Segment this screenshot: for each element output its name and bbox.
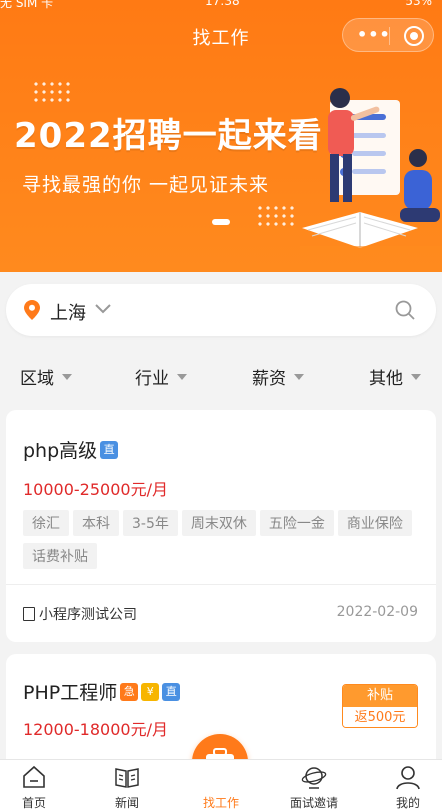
- carrier-text: 无 SIM 卡: [0, 0, 54, 10]
- job-title: PHP工程师: [23, 682, 118, 704]
- job-tag: 徐汇: [23, 510, 69, 536]
- decor-dots: [256, 204, 296, 230]
- money-badge: ¥: [141, 682, 160, 701]
- company-name: 小程序测试公司: [39, 607, 137, 623]
- tab-news[interactable]: 新闻: [87, 760, 167, 811]
- direct-badge: 直: [100, 440, 119, 459]
- interview-icon: [301, 767, 327, 789]
- filter-label: 薪资: [252, 369, 286, 389]
- building-icon: [23, 607, 35, 621]
- battery-text: 53%: [405, 0, 432, 8]
- capsule-divider: [389, 27, 390, 45]
- search-bar[interactable]: 上海: [6, 284, 436, 336]
- company-row[interactable]: 小程序测试公司: [23, 604, 137, 624]
- job-tag: 周末双休: [181, 510, 256, 536]
- job-title-row: PHP工程师急 ¥ 直: [23, 678, 181, 705]
- job-salary: 12000-18000元/月: [23, 720, 168, 739]
- urgent-badge: 急: [120, 682, 139, 701]
- tab-label: 我的: [395, 796, 420, 810]
- carousel-indicator: [212, 219, 230, 225]
- location-pin-icon: [24, 300, 40, 320]
- banner[interactable]: 无 SIM 卡 17:38 53% 找工作 ••• 2022招聘一起来看 寻找最…: [0, 0, 442, 272]
- status-bar: 无 SIM 卡 17:38 53%: [0, 0, 442, 10]
- filter-label: 行业: [135, 369, 169, 389]
- home-icon: [23, 765, 45, 788]
- job-tags: 徐汇 本科 3-5年 周末双休 五险一金 商业保险话费补贴: [23, 510, 423, 576]
- filter-row: 区域 行业 薪资 其他: [0, 356, 442, 396]
- tab-label: 新闻: [114, 796, 139, 810]
- decor-dots: [32, 80, 72, 106]
- caret-down-icon: [177, 374, 187, 380]
- filter-label: 区域: [20, 369, 54, 389]
- filter-salary[interactable]: 薪资: [252, 364, 304, 389]
- filter-other[interactable]: 其他: [369, 364, 421, 389]
- job-tag: 商业保险: [337, 510, 412, 536]
- job-card[interactable]: php高级直 10000-25000元/月 徐汇 本科 3-5年 周末双休 五险一金 商业…: [6, 410, 436, 642]
- filter-label: 其他: [369, 369, 403, 389]
- profile-icon: [396, 766, 420, 790]
- job-tag: 话费补贴: [23, 543, 97, 569]
- tab-find-job[interactable]: 找工作: [181, 760, 261, 811]
- job-tag: 五险一金: [259, 510, 334, 536]
- filter-area[interactable]: 区域: [20, 364, 72, 389]
- subsidy-amount: 返500元: [343, 707, 417, 727]
- job-title-row: php高级直: [23, 436, 119, 463]
- tab-bar: 首页 新闻 找工作 面试邀请 我的: [0, 759, 442, 811]
- caret-down-icon: [294, 374, 304, 380]
- subsidy-label: 补贴: [343, 685, 417, 707]
- tab-interview[interactable]: 面试邀请: [274, 760, 354, 811]
- job-title: php高级: [23, 440, 98, 462]
- caret-down-icon: [62, 374, 72, 380]
- card-divider: [6, 584, 436, 585]
- status-time: 17:38: [205, 0, 240, 8]
- chevron-down-icon[interactable]: [94, 302, 112, 316]
- tab-home[interactable]: 首页: [0, 760, 74, 811]
- job-tag: 本科: [73, 510, 119, 536]
- search-icon[interactable]: [394, 299, 416, 321]
- mini-program-capsule: •••: [342, 18, 434, 52]
- city-selector[interactable]: 上海: [50, 299, 86, 325]
- banner-subtitle: 寻找最强的你 一起见证未来: [22, 174, 270, 196]
- tab-label: 找工作: [202, 796, 239, 810]
- tab-label: 首页: [21, 796, 46, 810]
- recruitment-illustration: [300, 88, 442, 260]
- subsidy-badge: 补贴 返500元: [342, 684, 418, 728]
- tab-profile[interactable]: 我的: [368, 760, 442, 811]
- filter-industry[interactable]: 行业: [135, 364, 187, 389]
- job-tag: 3-5年: [123, 510, 178, 536]
- news-icon: [115, 768, 139, 788]
- caret-down-icon: [411, 374, 421, 380]
- post-date: 2022-02-09: [336, 604, 418, 620]
- close-target-icon[interactable]: [404, 26, 424, 46]
- banner-headline: 2022招聘一起来看: [14, 116, 323, 156]
- job-salary: 10000-25000元/月: [23, 480, 168, 499]
- more-icon[interactable]: •••: [357, 25, 391, 44]
- tab-label: 面试邀请: [289, 796, 338, 810]
- direct-badge: 直: [162, 682, 181, 701]
